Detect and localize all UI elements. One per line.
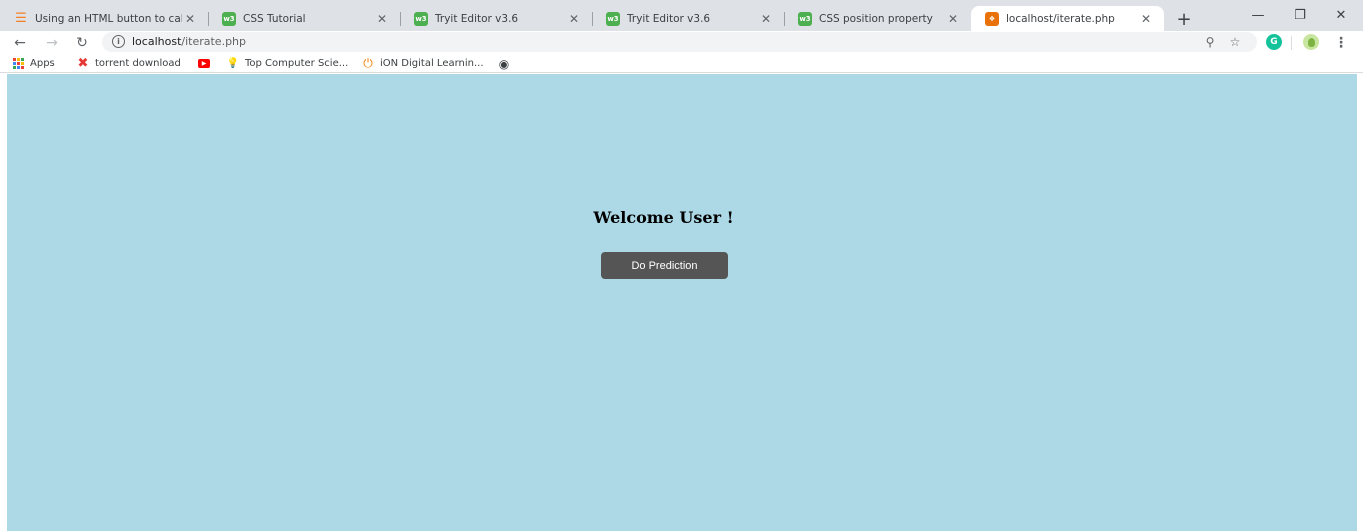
w3schools-icon: w3 xyxy=(222,11,236,26)
bookmark-top-computer-science[interactable]: 💡 Top Computer Scie... xyxy=(227,56,348,71)
url-text[interactable]: localhost/iterate.php xyxy=(132,35,246,48)
tab-css-tutorial[interactable]: w3 CSS Tutorial ✕ xyxy=(208,6,400,31)
tab-tryit-editor-1[interactable]: w3 Tryit Editor v3.6 ✕ xyxy=(400,6,592,31)
stackoverflow-icon: ☰ xyxy=(15,11,27,26)
bookmark-star-icon[interactable]: ☆ xyxy=(1226,33,1244,51)
profile-avatar[interactable] xyxy=(1303,34,1319,50)
ion-icon: ⏻ xyxy=(363,56,373,70)
back-arrow-icon[interactable]: ← xyxy=(10,33,30,53)
tab-localhost-iterate[interactable]: ❖ localhost/iterate.php ✕ xyxy=(971,6,1164,31)
bookmark-label: torrent download xyxy=(95,58,181,69)
window-close-icon[interactable]: ✕ xyxy=(1326,4,1356,26)
info-icon[interactable]: i xyxy=(112,35,125,48)
bookmark-youtube[interactable]: ▶ xyxy=(198,56,216,71)
tab-title: Using an HTML button to cal xyxy=(35,12,182,25)
grammarly-icon[interactable]: G xyxy=(1266,34,1282,50)
avatar-glyph xyxy=(1307,37,1315,47)
x-icon: ✖ xyxy=(77,56,89,71)
bookmark-globe[interactable]: ◉ xyxy=(498,56,516,71)
new-tab-button[interactable]: + xyxy=(1174,9,1194,30)
bookmark-ion-digital[interactable]: ⏻ iON Digital Learnin... xyxy=(362,56,484,71)
tab-title: CSS Tutorial xyxy=(243,12,306,25)
bookmark-label: Top Computer Scie... xyxy=(245,58,349,69)
lightbulb-icon: 💡 xyxy=(226,58,240,69)
xampp-icon: ❖ xyxy=(985,11,999,26)
w3schools-icon: w3 xyxy=(606,11,620,26)
tab-title: Tryit Editor v3.6 xyxy=(435,12,519,25)
youtube-icon: ▶ xyxy=(198,58,210,70)
menu-kebab-icon[interactable]: ⋮ xyxy=(1331,33,1351,53)
close-icon[interactable]: ✕ xyxy=(182,11,198,27)
tab-title: CSS position property xyxy=(819,12,933,25)
zoom-icon[interactable]: ⚲ xyxy=(1201,33,1219,51)
browser-toolbar: ← → ↻ i localhost/iterate.php ⚲ ☆ G ⋮ xyxy=(0,31,1363,54)
apps-grid-icon xyxy=(12,58,24,70)
page-viewport: Welcome User ! Do Prediction xyxy=(7,74,1357,531)
restore-icon[interactable]: ❐ xyxy=(1285,4,1315,26)
close-icon[interactable]: ✕ xyxy=(566,11,582,27)
close-icon[interactable]: ✕ xyxy=(374,11,390,27)
tab-title: localhost/iterate.php xyxy=(1006,12,1115,25)
minimize-icon[interactable]: — xyxy=(1243,4,1273,26)
bookmark-torrent-download[interactable]: ✖ torrent download xyxy=(77,56,181,71)
bookmark-apps[interactable]: Apps xyxy=(12,56,55,71)
w3schools-icon: w3 xyxy=(798,11,812,26)
bookmarks-bar: Apps ✖ torrent download ▶ 💡 Top Computer… xyxy=(0,54,1363,73)
forward-arrow-icon[interactable]: → xyxy=(42,33,62,53)
tab-tryit-editor-2[interactable]: w3 Tryit Editor v3.6 ✕ xyxy=(592,6,784,31)
globe-icon: ◉ xyxy=(498,56,510,71)
page-heading: Welcome User ! xyxy=(593,208,734,227)
url-path: /iterate.php xyxy=(181,35,247,48)
toolbar-separator xyxy=(1291,36,1292,50)
bookmark-label: Apps xyxy=(30,58,55,69)
tab-strip: ☰ Using an HTML button to cal ✕ w3 CSS T… xyxy=(0,0,1363,31)
bookmark-label: iON Digital Learnin... xyxy=(380,58,484,69)
close-icon[interactable]: ✕ xyxy=(1138,11,1154,27)
reload-icon[interactable]: ↻ xyxy=(72,33,92,53)
url-host: localhost xyxy=(132,35,182,48)
address-bar[interactable]: i localhost/iterate.php ⚲ ☆ xyxy=(102,32,1257,52)
tab-css-position[interactable]: w3 CSS position property ✕ xyxy=(784,6,971,31)
tab-title: Tryit Editor v3.6 xyxy=(627,12,711,25)
tab-stackoverflow[interactable]: ☰ Using an HTML button to cal ✕ xyxy=(0,6,208,31)
do-prediction-button[interactable]: Do Prediction xyxy=(601,252,728,279)
close-icon[interactable]: ✕ xyxy=(945,11,961,27)
w3schools-icon: w3 xyxy=(414,11,428,26)
close-icon[interactable]: ✕ xyxy=(758,11,774,27)
